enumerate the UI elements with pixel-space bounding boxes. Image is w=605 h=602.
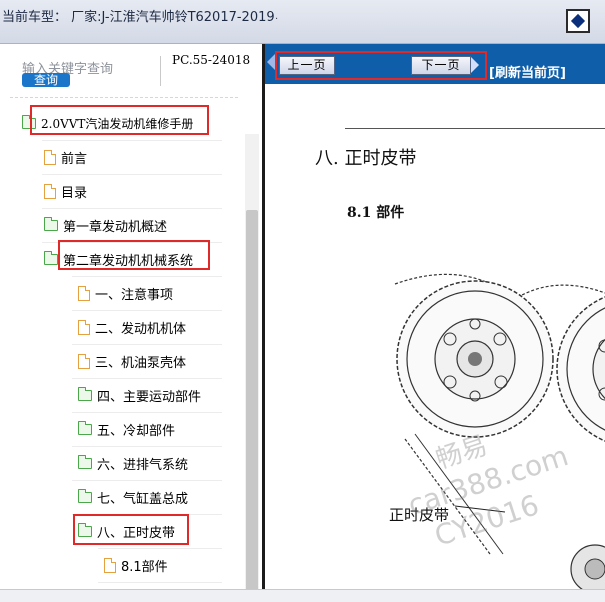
panel-toggle-button[interactable] [566, 9, 590, 33]
tree-item-label: 前言 [61, 151, 88, 167]
folder-icon [78, 488, 92, 503]
highlight-manual [30, 105, 209, 135]
document-icon [78, 353, 90, 369]
tree-item-cylinder-head[interactable]: 七、气缸盖总成 [78, 480, 188, 514]
highlight-page-nav [275, 51, 487, 80]
folder-icon [44, 216, 58, 231]
folder-open-icon [44, 250, 58, 265]
cam-pulley-left [396, 280, 554, 438]
document-icon [78, 285, 90, 301]
viewer-toolbar: 上一页 下一页 [刷新当前页] [265, 44, 605, 84]
document-icon [44, 183, 56, 199]
page-rule [345, 128, 605, 129]
document-icon [44, 149, 56, 165]
tree-item-label: 五、冷却部件 [97, 423, 176, 439]
tree-item-label: 三、机油泵壳体 [95, 355, 187, 371]
tree-item-chapter-1[interactable]: 第一章发动机概述 [44, 208, 167, 242]
highlight-chapter-2 [58, 240, 210, 270]
tree-item-label: 七、气缸盖总成 [97, 491, 189, 507]
tree-item-moving-parts[interactable]: 四、主要运动部件 [78, 378, 201, 412]
tree-item-engine-block[interactable]: 二、发动机机体 [78, 310, 186, 344]
tree-item-contents[interactable]: 目录 [44, 174, 87, 208]
document-code: PC.55-24018 [172, 53, 251, 67]
section-heading: 八. 正时皮带 [315, 148, 417, 169]
tree-item-label: 第一章发动机概述 [63, 219, 168, 235]
tree-divider [98, 582, 222, 583]
timing-belt-diagram [394, 273, 605, 589]
title-bar: 当前车型： 厂家:J-江淮汽车帅铃T62017-2019 . [0, 0, 605, 44]
tree-item-oil-pump-housing[interactable]: 三、机油泵壳体 [78, 344, 186, 378]
tree-item-label: 目录 [61, 185, 88, 201]
title-dot: . [275, 11, 279, 22]
document-viewer: 上一页 下一页 [刷新当前页] 八. 正时皮带 8.1 部件 正时皮带 畅易 c… [262, 44, 605, 589]
sidebar: 输入关键字查询 查询 PC.55-24018 2.0VVT汽油发动机维修手册 前… [0, 44, 261, 589]
refresh-page-link[interactable]: [刷新当前页] [489, 62, 566, 81]
tree-item-preface[interactable]: 前言 [44, 140, 87, 174]
search-divider [160, 56, 161, 86]
tree-item-label: 8.1部件 [121, 559, 168, 575]
document-icon [78, 319, 90, 335]
bottom-strip [0, 589, 605, 602]
search-button[interactable]: 查询 [22, 73, 70, 87]
tree-item-components[interactable]: 8.1部件 [104, 548, 168, 582]
tree-item-precautions[interactable]: 一、注意事项 [78, 276, 173, 310]
folder-icon [78, 420, 92, 435]
document-page: 八. 正时皮带 8.1 部件 正时皮带 畅易 car388.com CY2016 [265, 84, 605, 589]
highlight-timing-belt [73, 514, 189, 545]
tree-item-intake-exhaust[interactable]: 六、进排气系统 [78, 446, 188, 480]
folder-icon [78, 454, 92, 469]
current-model-title: 当前车型： 厂家:J-江淮汽车帅铃T62017-2019 [2, 10, 275, 25]
diamond-icon [570, 13, 586, 29]
tree-item-label: 一、注意事项 [95, 287, 174, 303]
tensioner-pulley [570, 544, 605, 589]
arrow-left-icon [267, 54, 275, 70]
tree-item-cooling[interactable]: 五、冷却部件 [78, 412, 175, 446]
search-separator [10, 97, 238, 98]
cam-pulley-right [556, 296, 605, 442]
tree-item-label: 六、进排气系统 [97, 457, 189, 473]
sidebar-scrollbar-thumb[interactable] [246, 210, 258, 589]
sub-heading: 8.1 部件 [347, 205, 405, 221]
document-icon [104, 557, 116, 573]
tree-item-label: 二、发动机机体 [95, 321, 187, 337]
tree-item-label: 四、主要运动部件 [97, 389, 202, 405]
folder-icon [78, 386, 92, 401]
